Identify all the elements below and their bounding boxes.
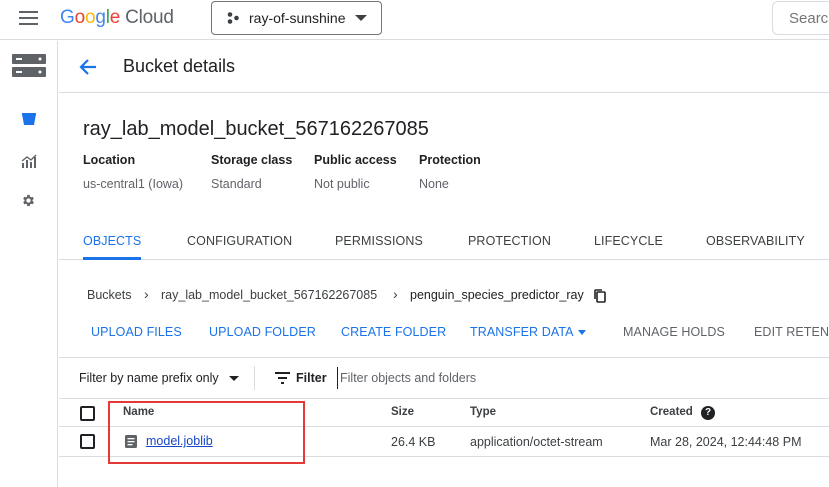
column-created[interactable]: Created xyxy=(650,406,693,418)
left-rail xyxy=(0,41,58,487)
monitoring-icon[interactable] xyxy=(0,149,57,173)
meta-storage-class: Storage class Standard xyxy=(211,153,293,191)
project-picker[interactable]: ray-of-sunshine xyxy=(211,1,382,35)
breadcrumb-bucket[interactable]: ray_lab_model_bucket_567162267085 xyxy=(161,288,377,302)
help-icon[interactable]: ? xyxy=(701,406,715,420)
divider xyxy=(254,366,255,390)
object-type: application/octet-stream xyxy=(470,435,603,449)
column-name[interactable]: Name xyxy=(123,406,154,418)
filter-label[interactable]: Filter xyxy=(296,371,327,385)
chevron-down-icon xyxy=(355,15,367,21)
chevron-down-icon xyxy=(229,376,239,381)
create-folder-button[interactable]: CREATE FOLDER xyxy=(341,325,446,339)
column-size[interactable]: Size xyxy=(391,406,414,418)
file-icon xyxy=(125,435,137,448)
tab-bar: OBJECTS CONFIGURATION PERMISSIONS PROTEC… xyxy=(59,222,829,260)
storage-icon[interactable] xyxy=(0,53,57,79)
tab-objects[interactable]: OBJECTS xyxy=(83,222,142,260)
row-checkbox[interactable] xyxy=(80,434,95,449)
tab-lifecycle[interactable]: LIFECYCLE xyxy=(594,222,663,260)
filter-prefix-select[interactable]: Filter by name prefix only xyxy=(79,371,219,385)
settings-icon[interactable] xyxy=(0,188,57,212)
back-arrow-icon[interactable] xyxy=(77,56,99,78)
tab-configuration[interactable]: CONFIGURATION xyxy=(187,222,292,260)
table-header: Name Size Type Created ? xyxy=(59,399,829,427)
filter-input[interactable] xyxy=(337,367,637,389)
meta-protection: Protection None xyxy=(419,153,481,191)
bucket-icon[interactable] xyxy=(0,107,57,131)
upload-folder-button[interactable]: UPLOAD FOLDER xyxy=(209,325,316,339)
search-input[interactable] xyxy=(772,1,829,35)
tab-permissions[interactable]: PERMISSIONS xyxy=(335,222,423,260)
top-bar: Google Cloud ray-of-sunshine xyxy=(0,0,829,40)
breadcrumb-buckets[interactable]: Buckets xyxy=(87,288,131,302)
breadcrumb-separator: › xyxy=(393,286,398,302)
filter-bar: Filter by name prefix only Filter xyxy=(59,357,829,399)
manage-holds-button[interactable]: MANAGE HOLDS xyxy=(623,325,725,339)
select-all-checkbox[interactable] xyxy=(80,406,95,421)
breadcrumb-separator: › xyxy=(144,286,149,302)
table-row: model.joblib 26.4 KB application/octet-s… xyxy=(59,427,829,457)
object-name-link[interactable]: model.joblib xyxy=(146,434,213,448)
object-size: 26.4 KB xyxy=(391,435,436,449)
filter-icon[interactable] xyxy=(275,372,290,384)
chevron-down-icon xyxy=(578,330,586,335)
project-icon xyxy=(227,12,239,24)
meta-public-access: Public access Not public xyxy=(314,153,397,191)
meta-location: Location us-central1 (Iowa) xyxy=(83,153,184,191)
upload-files-button[interactable]: UPLOAD FILES xyxy=(91,325,182,339)
project-name: ray-of-sunshine xyxy=(249,10,346,26)
google-cloud-logo[interactable]: Google Cloud xyxy=(60,7,174,29)
tab-protection[interactable]: PROTECTION xyxy=(468,222,551,260)
bucket-name: ray_lab_model_bucket_567162267085 xyxy=(83,118,429,140)
tab-observability[interactable]: OBSERVABILITY xyxy=(706,222,805,260)
page-title: Bucket details xyxy=(123,56,236,76)
main-menu-icon[interactable] xyxy=(19,11,39,27)
object-created: Mar 28, 2024, 12:44:48 PM xyxy=(650,435,802,449)
edit-retention-button[interactable]: EDIT RETENT xyxy=(754,325,829,339)
breadcrumb-folder: penguin_species_predictor_ray xyxy=(410,288,584,302)
copy-icon[interactable] xyxy=(593,289,607,303)
column-type[interactable]: Type xyxy=(470,406,496,418)
page-header: Bucket details xyxy=(59,41,829,93)
transfer-data-button[interactable]: TRANSFER DATA xyxy=(470,325,574,339)
